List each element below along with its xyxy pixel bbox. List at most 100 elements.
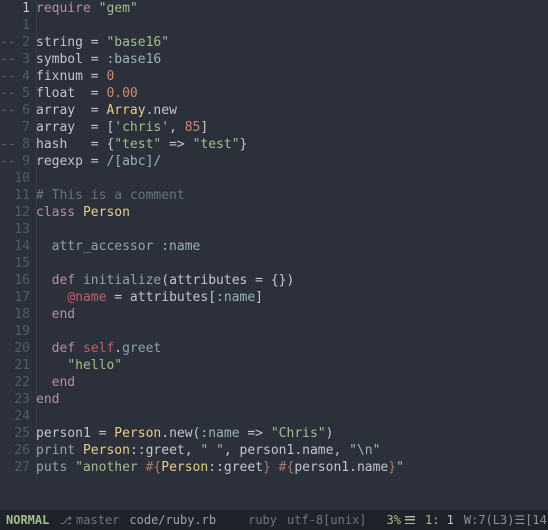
line-number: --3 — [0, 51, 36, 68]
file-path: code/ruby.rb — [129, 513, 216, 527]
line-number: --8 — [0, 136, 36, 153]
editor-window: 1require "gem"1--2string = "base16"--3sy… — [0, 0, 548, 530]
code-content[interactable]: regexp = /[abc]/ — [36, 153, 548, 170]
code-content[interactable] — [36, 170, 548, 187]
code-line[interactable]: --4fixnum = 0 — [0, 68, 548, 85]
line-number: --5 — [0, 85, 36, 102]
code-line[interactable]: 26print Person::greet, " ", person1.name… — [0, 442, 548, 459]
code-content[interactable]: array = Array.new — [36, 102, 548, 119]
status-line: NORMAL ⎇ master code/ruby.rb ruby utf-8[… — [0, 510, 548, 530]
line-number: --2 — [0, 34, 36, 51]
code-content[interactable]: attr_accessor :name — [36, 238, 548, 255]
code-content[interactable]: end — [36, 306, 548, 323]
cursor-position: 1: 1 — [425, 513, 454, 527]
line-number: 11 — [0, 187, 36, 204]
code-line[interactable]: 7array = ['chris', 85] — [0, 119, 548, 136]
fold-marker: -- — [0, 51, 16, 68]
hamburger-icon — [405, 516, 415, 524]
line-number: 15 — [0, 255, 36, 272]
branch-icon: ⎇ — [59, 514, 72, 527]
code-content[interactable]: # This is a comment — [36, 187, 548, 204]
line-number: 14 — [0, 238, 36, 255]
line-number: 20 — [0, 340, 36, 357]
code-content[interactable]: end — [36, 391, 548, 408]
code-line[interactable]: 18 end — [0, 306, 548, 323]
code-area[interactable]: 1require "gem"1--2string = "base16"--3sy… — [0, 0, 548, 510]
code-line[interactable]: 1 — [0, 17, 548, 34]
code-line[interactable]: 10 — [0, 170, 548, 187]
code-content[interactable]: end — [36, 374, 548, 391]
trailing-warning: W:7(L3)☰[14]tra… — [464, 513, 548, 527]
line-number: 19 — [0, 323, 36, 340]
code-content[interactable] — [36, 255, 548, 272]
code-content[interactable]: @name = attributes[:name] — [36, 289, 548, 306]
code-line[interactable]: 25person1 = Person.new(:name => "Chris") — [0, 425, 548, 442]
code-content[interactable]: puts "another #{Person::greet} #{person1… — [36, 459, 548, 476]
code-content[interactable] — [36, 408, 548, 425]
encoding: utf-8[unix] — [287, 513, 366, 527]
line-number: 27 — [0, 459, 36, 476]
code-content[interactable]: fixnum = 0 — [36, 68, 548, 85]
code-content[interactable]: symbol = :base16 — [36, 51, 548, 68]
code-line[interactable]: --9regexp = /[abc]/ — [0, 153, 548, 170]
code-line[interactable]: 21 "hello" — [0, 357, 548, 374]
line-number: --9 — [0, 153, 36, 170]
code-content[interactable]: require "gem" — [36, 0, 548, 17]
line-number: 26 — [0, 442, 36, 459]
fold-marker: -- — [0, 102, 16, 119]
line-number: 24 — [0, 408, 36, 425]
line-number: 12 — [0, 204, 36, 221]
code-line[interactable]: 16 def initialize(attributes = {}) — [0, 272, 548, 289]
code-content[interactable]: float = 0.00 — [36, 85, 548, 102]
code-line[interactable]: 13 — [0, 221, 548, 238]
code-line[interactable]: --5float = 0.00 — [0, 85, 548, 102]
fold-marker: -- — [0, 34, 16, 51]
line-number: 22 — [0, 374, 36, 391]
code-line[interactable]: 12class Person — [0, 204, 548, 221]
code-content[interactable]: "hello" — [36, 357, 548, 374]
code-content[interactable]: hash = {"test" => "test"} — [36, 136, 548, 153]
code-content[interactable]: string = "base16" — [36, 34, 548, 51]
line-number: 21 — [0, 357, 36, 374]
code-line[interactable]: --2string = "base16" — [0, 34, 548, 51]
code-line[interactable]: 17 @name = attributes[:name] — [0, 289, 548, 306]
fold-marker: -- — [0, 85, 16, 102]
fold-marker: -- — [0, 68, 16, 85]
fold-marker: -- — [0, 136, 16, 153]
code-content[interactable]: def initialize(attributes = {}) — [36, 272, 548, 289]
code-line[interactable]: 20 def self.greet — [0, 340, 548, 357]
code-line[interactable]: 24 — [0, 408, 548, 425]
code-line[interactable]: 19 — [0, 323, 548, 340]
scroll-percent: 3% — [387, 513, 415, 527]
code-content[interactable]: array = ['chris', 85] — [36, 119, 548, 136]
code-content[interactable]: person1 = Person.new(:name => "Chris") — [36, 425, 548, 442]
git-branch: ⎇ master — [59, 513, 119, 527]
line-number: 1 — [0, 17, 36, 34]
code-line[interactable]: 14 attr_accessor :name — [0, 238, 548, 255]
code-content[interactable] — [36, 17, 548, 34]
code-line[interactable]: 1require "gem" — [0, 0, 548, 17]
code-line[interactable]: --3symbol = :base16 — [0, 51, 548, 68]
fold-marker: -- — [0, 153, 16, 170]
line-number: 13 — [0, 221, 36, 238]
code-line[interactable]: --6array = Array.new — [0, 102, 548, 119]
cursor-column-guide — [36, 0, 37, 480]
filetype: ruby — [248, 513, 277, 527]
code-line[interactable]: 11# This is a comment — [0, 187, 548, 204]
line-number: 23 — [0, 391, 36, 408]
line-number: 10 — [0, 170, 36, 187]
code-content[interactable]: print Person::greet, " ", person1.name, … — [36, 442, 548, 459]
code-content[interactable] — [36, 323, 548, 340]
line-number: 16 — [0, 272, 36, 289]
code-line[interactable]: --8hash = {"test" => "test"} — [0, 136, 548, 153]
mode-indicator: NORMAL — [6, 513, 49, 527]
code-content[interactable] — [36, 221, 548, 238]
code-line[interactable]: 22 end — [0, 374, 548, 391]
line-number: 25 — [0, 425, 36, 442]
code-content[interactable]: def self.greet — [36, 340, 548, 357]
code-content[interactable]: class Person — [36, 204, 548, 221]
line-number: --4 — [0, 68, 36, 85]
code-line[interactable]: 15 — [0, 255, 548, 272]
code-line[interactable]: 23end — [0, 391, 548, 408]
code-line[interactable]: 27puts "another #{Person::greet} #{perso… — [0, 459, 548, 476]
